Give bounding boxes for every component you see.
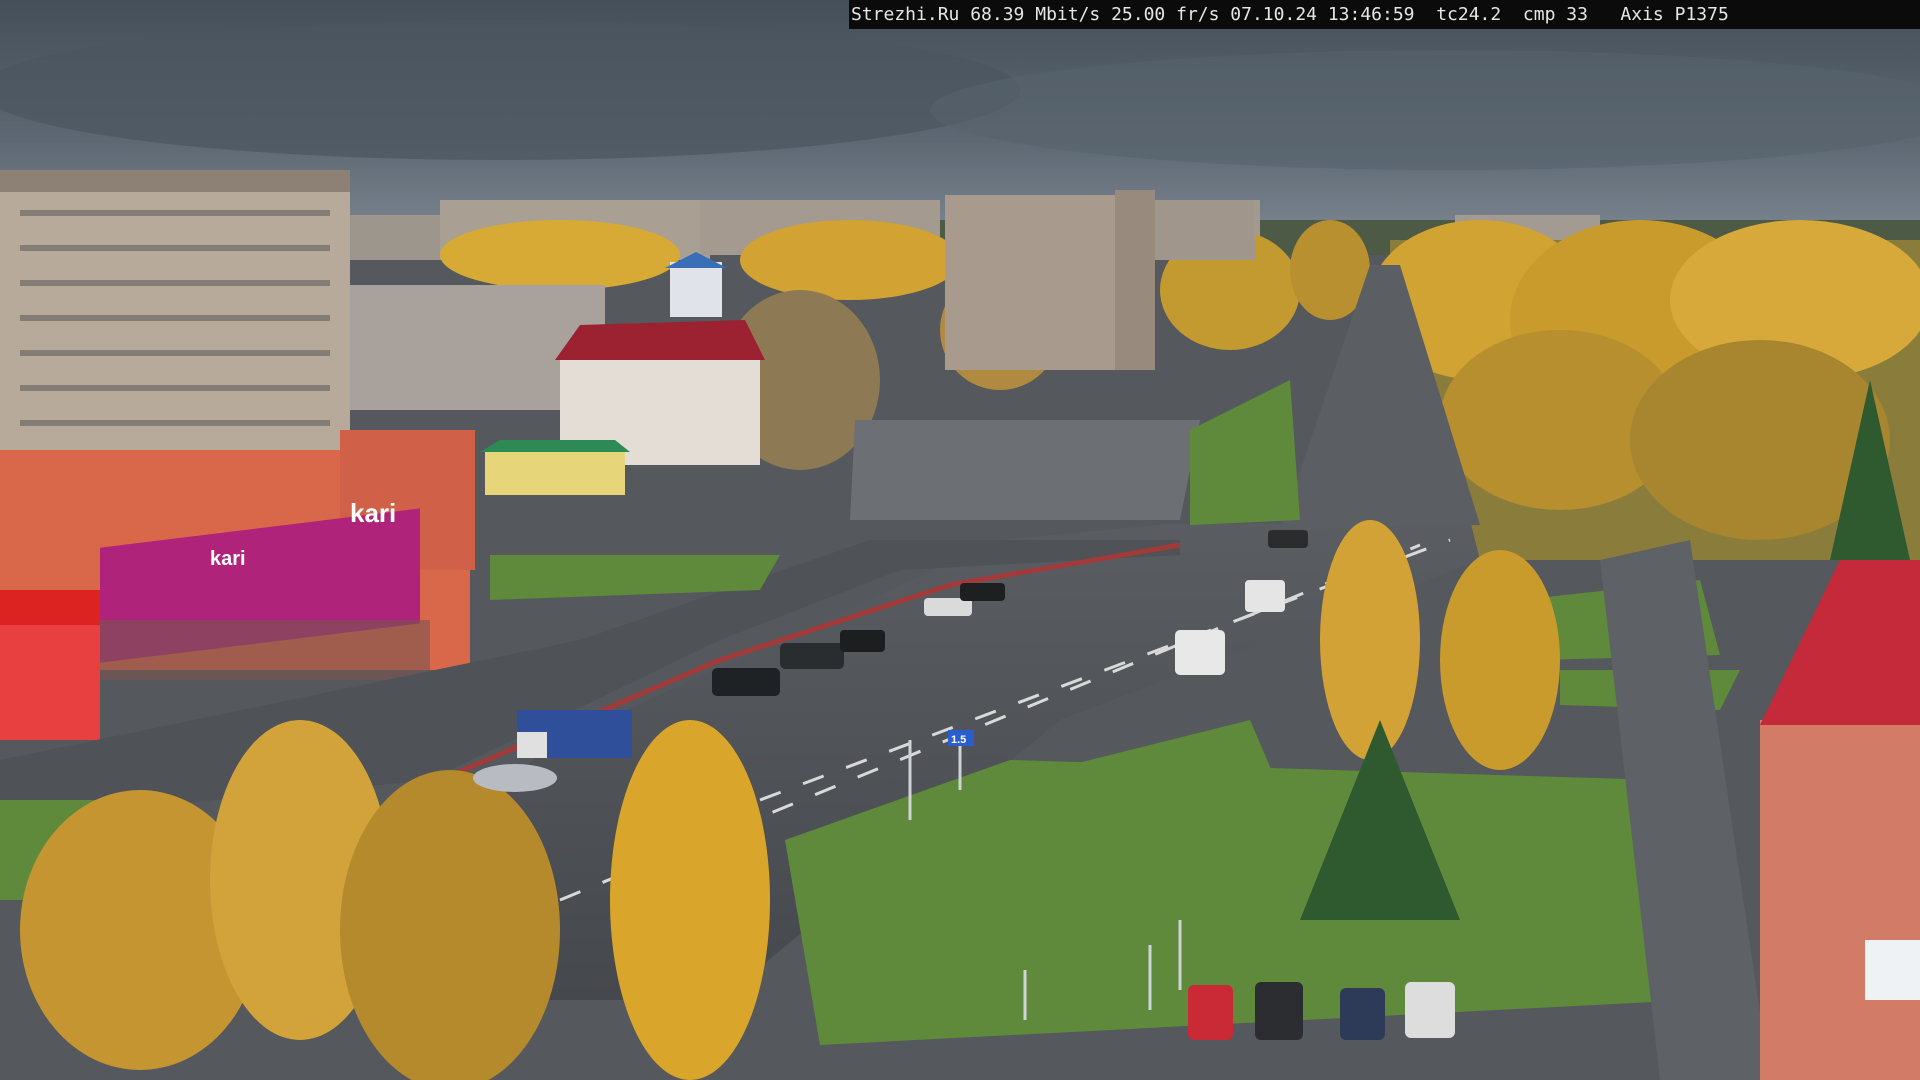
pharmacy-roof	[480, 440, 630, 452]
camera-osd-overlay: Strezhi.Ru 68.39 Mbit/s 25.00 fr/s 07.10…	[849, 0, 1920, 29]
kari-sign-small: kari	[210, 548, 246, 570]
cloud	[0, 20, 1020, 160]
kari-sign-big: kari	[350, 498, 396, 528]
road-sign-label: 1.5	[951, 734, 966, 746]
pharmacy	[485, 450, 625, 495]
webcam-scene: kari kari 1.5	[0, 0, 1920, 1080]
town-square	[850, 420, 1200, 520]
camera-view: kari kari 1.5 Strezhi.Ru 68.39 Mbit/s 25…	[0, 0, 1920, 1080]
